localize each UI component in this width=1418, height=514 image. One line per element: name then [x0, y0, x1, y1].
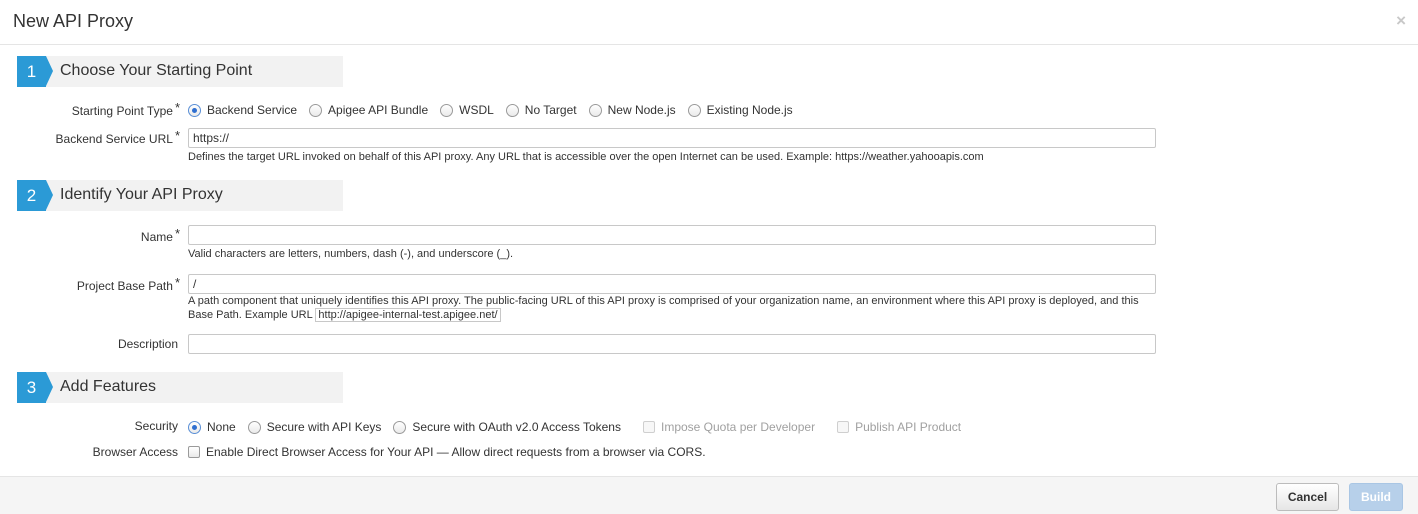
step-number-badge: 1 — [17, 56, 53, 87]
radio-existing-nodejs[interactable]: Existing Node.js — [687, 103, 793, 117]
help-line: Base Path. Example URL http://apigee-int… — [188, 308, 1156, 322]
field-label: Backend Service URL — [55, 132, 173, 146]
backend-url-help: Defines the target URL invoked on behalf… — [188, 151, 984, 163]
step-number-badge: 2 — [17, 180, 53, 211]
radio-new-nodejs[interactable]: New Node.js — [588, 103, 676, 117]
base-path-help: A path component that uniquely identifie… — [188, 294, 1156, 322]
radio-security-none[interactable]: None — [188, 420, 236, 434]
base-path-label: Project Base Path * — [20, 275, 180, 293]
section-title: Identify Your API Proxy — [60, 186, 223, 203]
radio-button[interactable] — [309, 103, 323, 117]
checkbox-browser-access[interactable]: Enable Direct Browser Access for Your AP… — [188, 445, 706, 459]
field-label: Security — [134, 419, 178, 433]
radio-button[interactable] — [505, 103, 519, 117]
field-label: Browser Access — [92, 445, 178, 459]
backend-url-input[interactable] — [188, 128, 1156, 148]
required-mark: * — [174, 128, 180, 143]
field-label: Name — [140, 230, 173, 244]
section-add-features: 3 Add Features — [17, 372, 343, 403]
radio-button[interactable] — [393, 420, 407, 434]
field-label: Project Base Path — [76, 279, 173, 293]
radio-button[interactable] — [687, 103, 701, 117]
radio-apigee-api-bundle[interactable]: Apigee API Bundle — [309, 103, 428, 117]
browser-access-row: Enable Direct Browser Access for Your AP… — [188, 444, 718, 460]
checkbox-disabled[interactable] — [837, 421, 850, 433]
option-label: Secure with OAuth v2.0 Access Tokens — [412, 420, 621, 434]
radio-no-target[interactable]: No Target — [505, 103, 577, 117]
required-mark: * — [174, 275, 180, 290]
checkbox-disabled[interactable] — [642, 421, 655, 433]
checkbox[interactable] — [188, 446, 200, 458]
checkbox-impose-quota[interactable]: Impose Quota per Developer — [642, 420, 816, 434]
required-mark: * — [174, 100, 180, 115]
description-label: Description — [20, 337, 178, 351]
section-title: Choose Your Starting Point — [60, 62, 253, 79]
help-line: A path component that uniquely identifie… — [188, 295, 1139, 307]
option-label: Publish API Product — [855, 420, 962, 434]
radio-backend-service[interactable]: Backend Service — [188, 103, 297, 117]
security-options: None Secure with API Keys Secure with OA… — [188, 419, 973, 435]
radio-wsdl[interactable]: WSDL — [440, 103, 494, 117]
radio-secure-oauth[interactable]: Secure with OAuth v2.0 Access Tokens — [393, 420, 621, 434]
option-label: Existing Node.js — [706, 103, 793, 117]
required-mark: * — [174, 226, 180, 241]
option-label: New Node.js — [607, 103, 676, 117]
cancel-button[interactable]: Cancel — [1276, 483, 1339, 511]
radio-button-checked[interactable] — [188, 103, 201, 117]
radio-button[interactable] — [440, 103, 454, 117]
option-label: Impose Quota per Developer — [660, 420, 816, 434]
radio-secure-api-keys[interactable]: Secure with API Keys — [247, 420, 382, 434]
section-starting-point: 1 Choose Your Starting Point — [17, 56, 343, 87]
option-label: No Target — [524, 103, 577, 117]
name-input[interactable] — [188, 225, 1156, 245]
starting-point-options: Backend Service Apigee API Bundle WSDL N… — [188, 102, 805, 118]
radio-button-checked[interactable] — [188, 420, 201, 434]
step-number-badge: 3 — [17, 372, 53, 403]
description-input[interactable] — [188, 334, 1156, 354]
name-label: Name * — [20, 226, 180, 244]
section-identify-proxy: 2 Identify Your API Proxy — [17, 180, 343, 211]
browser-access-label: Browser Access — [20, 445, 178, 459]
dialog-footer: Cancel Build — [0, 476, 1418, 514]
build-button[interactable]: Build — [1349, 483, 1403, 511]
option-label: None — [207, 420, 236, 434]
base-path-input[interactable] — [188, 274, 1156, 294]
close-icon[interactable]: × — [1396, 11, 1406, 31]
name-help: Valid characters are letters, numbers, d… — [188, 248, 514, 260]
option-label: Secure with API Keys — [266, 420, 382, 434]
checkbox-publish-product[interactable]: Publish API Product — [837, 420, 961, 434]
dialog-title: New API Proxy — [13, 11, 134, 31]
backend-url-label: Backend Service URL * — [20, 128, 180, 146]
option-label: Backend Service — [207, 103, 298, 117]
field-label: Starting Point Type — [71, 104, 173, 118]
dialog-header: New API Proxy × — [0, 0, 1418, 45]
radio-button[interactable] — [588, 103, 602, 117]
example-url: http://apigee-internal-test.apigee.net/ — [315, 308, 501, 322]
section-title: Add Features — [60, 378, 157, 395]
security-label: Security — [20, 419, 178, 433]
starting-point-type-label: Starting Point Type * — [20, 100, 180, 118]
help-text: Base Path. Example URL — [188, 309, 313, 321]
option-label: Enable Direct Browser Access for Your AP… — [206, 445, 706, 459]
option-label: Apigee API Bundle — [328, 103, 429, 117]
option-label: WSDL — [459, 103, 494, 117]
field-label: Description — [117, 337, 178, 351]
radio-button[interactable] — [247, 420, 261, 434]
